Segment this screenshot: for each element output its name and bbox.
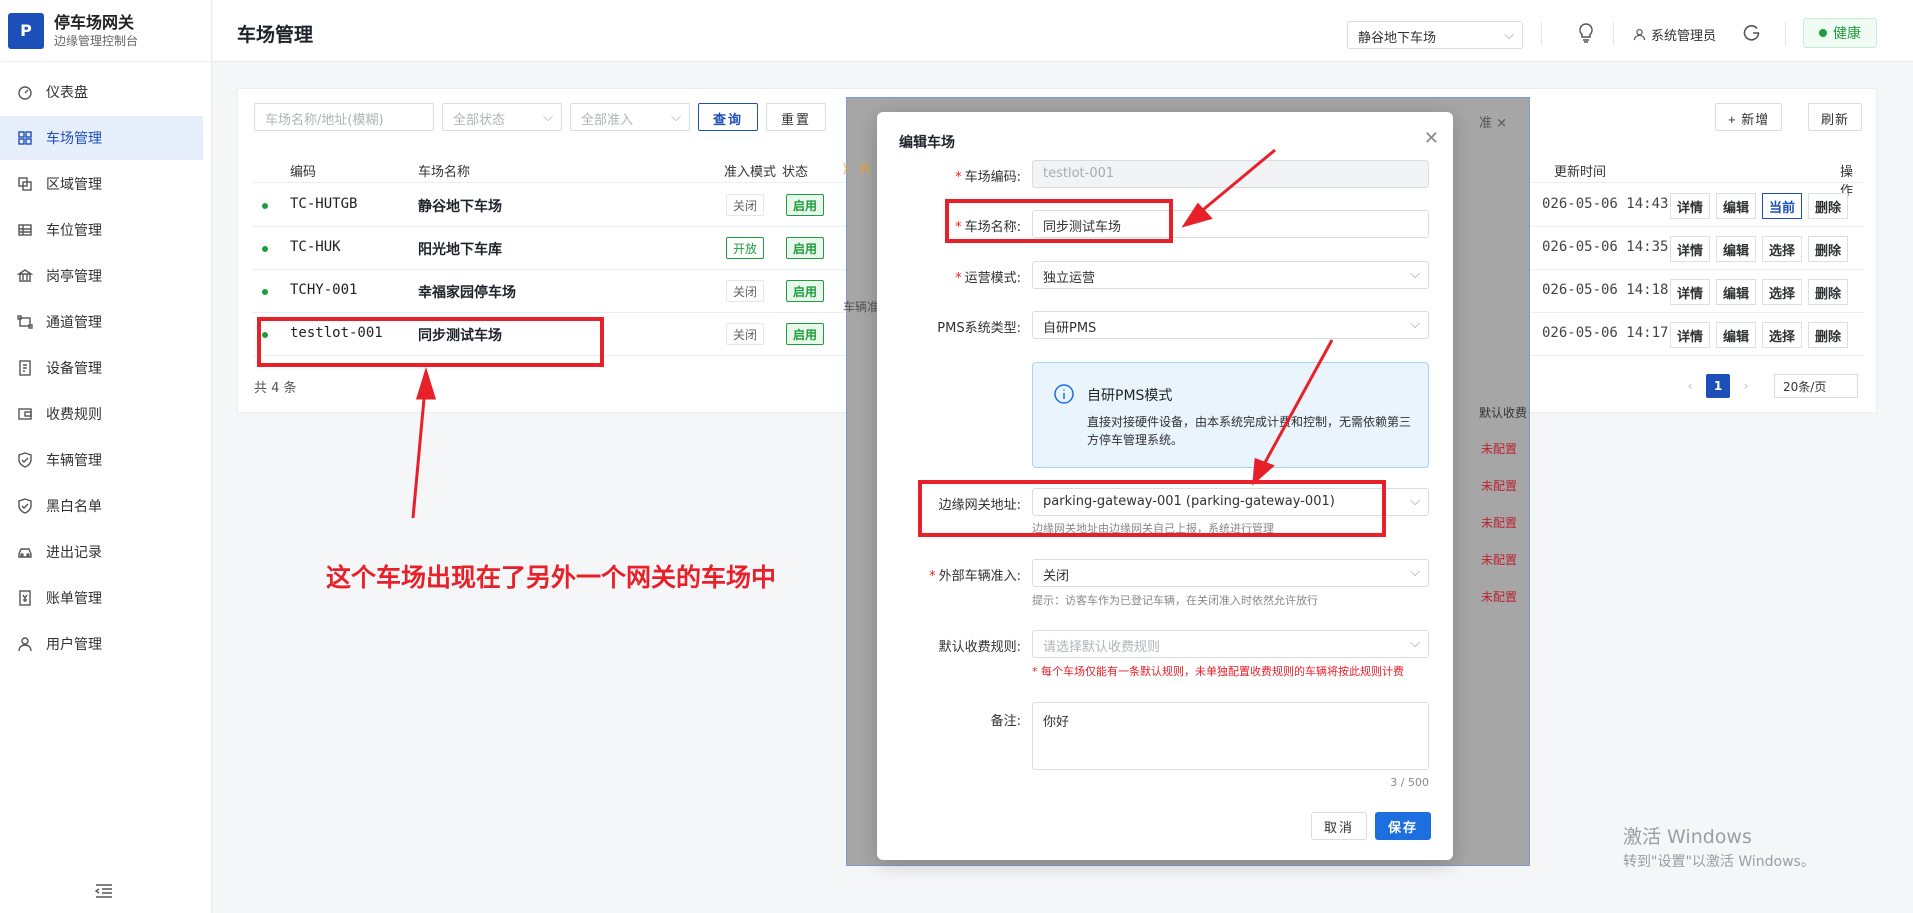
watermark-line2: 转到"设置"以激活 Windows。 bbox=[1623, 854, 1815, 870]
windows-watermark: 激活 Windows 转到"设置"以激活 Windows。 bbox=[1623, 822, 1815, 871]
annotation-text: 这个车场出现在了另外一个网关的车场中 bbox=[326, 563, 777, 592]
annotation-arrows bbox=[411, 148, 1334, 519]
watermark-line1: 激活 Windows bbox=[1623, 826, 1752, 848]
